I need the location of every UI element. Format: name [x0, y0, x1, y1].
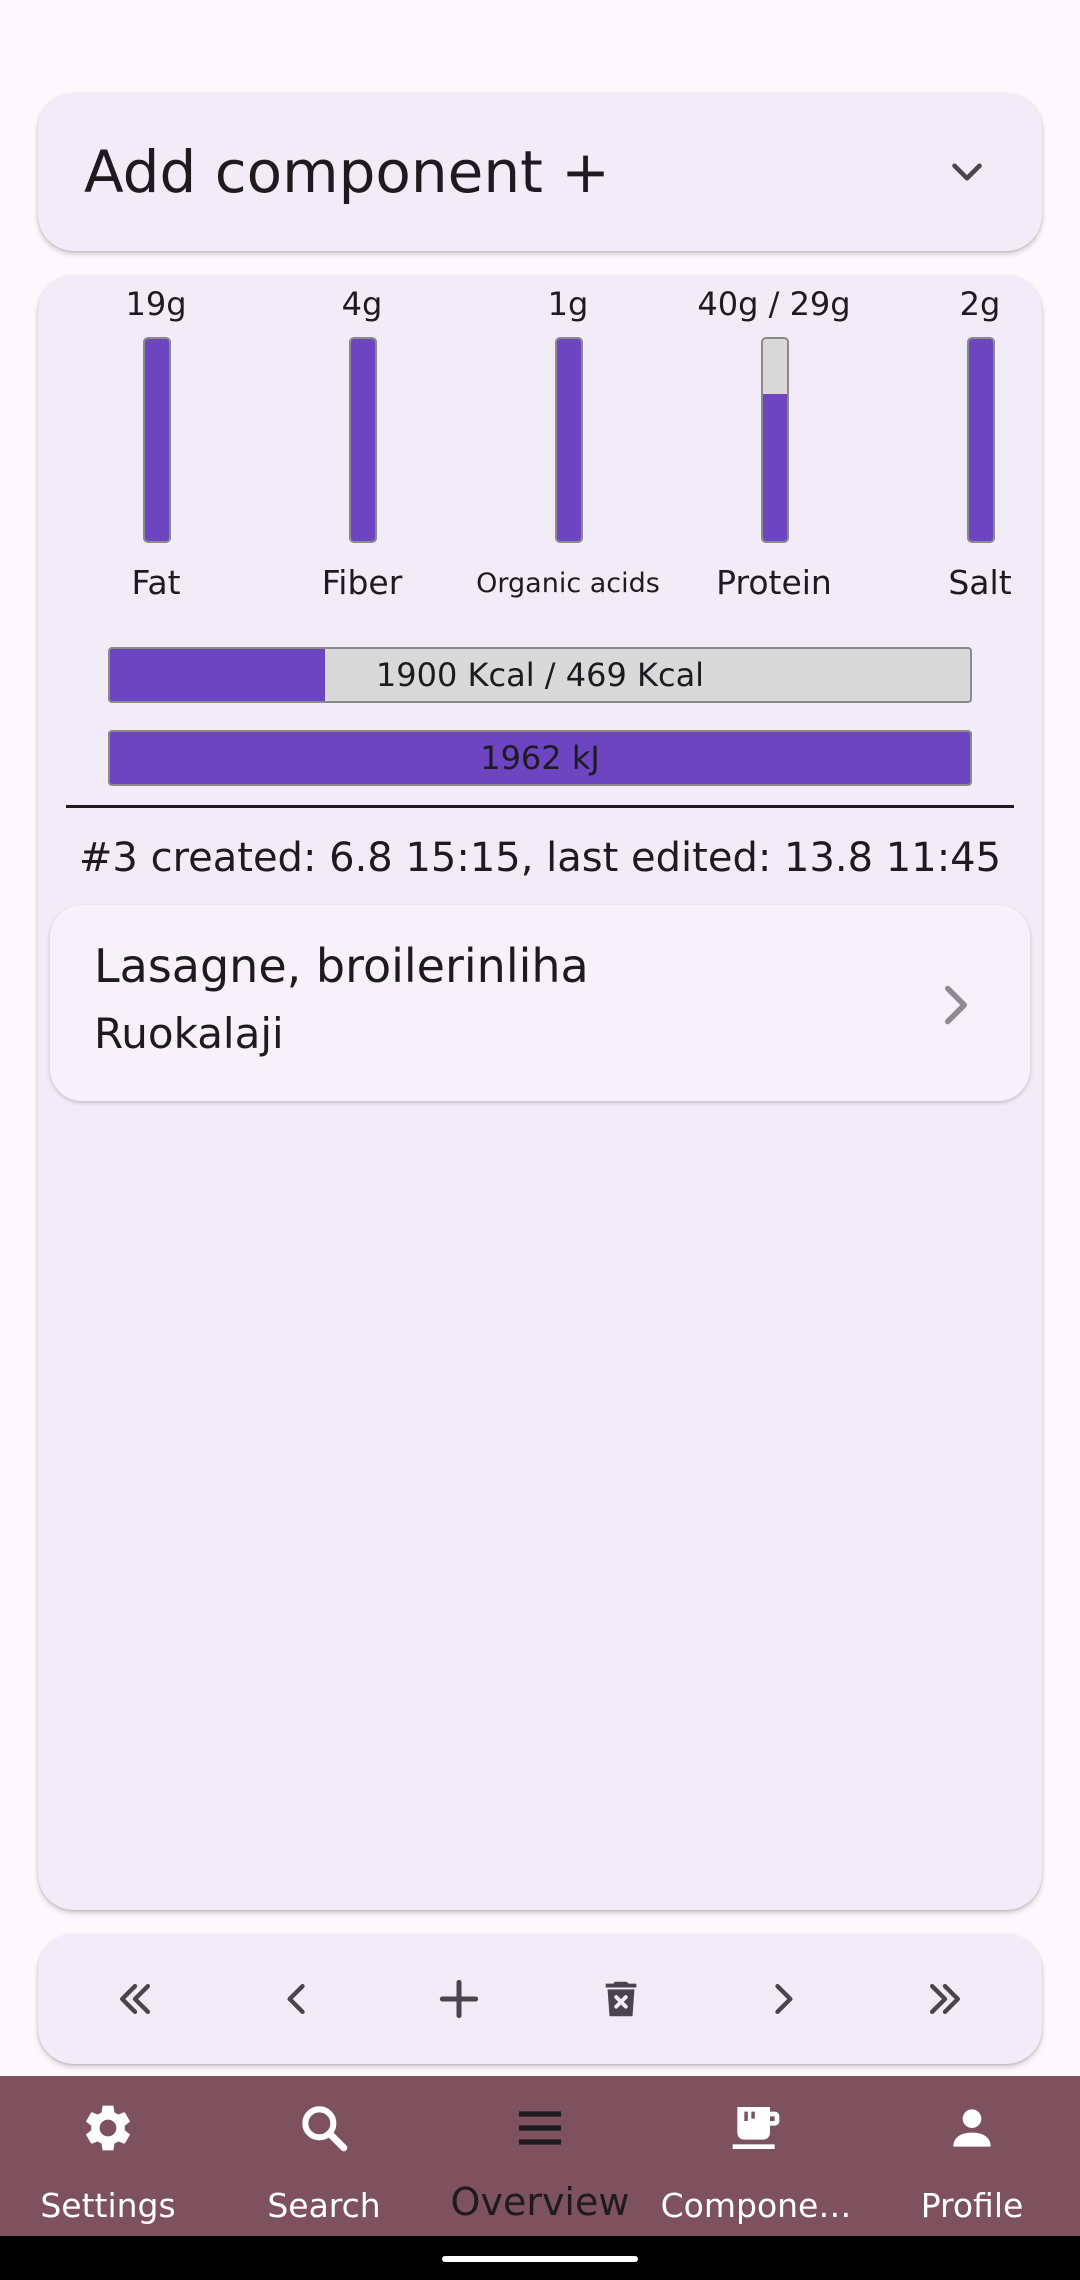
- nutrient-organic-acids: 1g Organic acids: [465, 275, 671, 605]
- last-page-button[interactable]: [900, 1954, 990, 2044]
- nutrient-bar-fill: [145, 339, 169, 541]
- coffee-cup-icon: [732, 2107, 780, 2149]
- list-item-subtitle: Ruokalaji: [94, 1009, 284, 1058]
- delete-button[interactable]: [576, 1954, 666, 2044]
- nav-item-search[interactable]: Search: [216, 2076, 432, 2236]
- nutrient-name: Salt: [948, 563, 1012, 602]
- nav-label: Overview: [450, 2180, 630, 2224]
- nutrient-protein: 40g / 29g Protein: [671, 275, 877, 605]
- next-icon: [775, 1983, 793, 2015]
- first-page-button[interactable]: [90, 1954, 180, 2044]
- nutrient-bar: [143, 337, 171, 543]
- nutrient-value: 40g / 29g: [697, 285, 851, 323]
- nav-item-profile[interactable]: Profile: [864, 2076, 1080, 2236]
- gesture-handle[interactable]: [442, 2256, 638, 2262]
- nutrient-salt: 2g Salt: [877, 275, 1080, 605]
- person-icon: [953, 2109, 991, 2147]
- kj-progress-bar: 1962 kJ: [108, 730, 972, 786]
- previous-icon: [287, 1983, 305, 2015]
- list-item[interactable]: Lasagne, broilerinliha Ruokalaji: [50, 905, 1030, 1101]
- nutrient-value: 2g: [959, 285, 1001, 323]
- bottom-navigation: Settings Search Overview Compone… Profil…: [0, 2076, 1080, 2236]
- last-page-icon: [929, 1983, 961, 2015]
- nutrient-bar: [349, 337, 377, 543]
- list-item-title: Lasagne, broilerinliha: [94, 939, 589, 993]
- nav-item-overview[interactable]: Overview: [432, 2076, 648, 2236]
- gear-icon: [86, 2105, 130, 2151]
- nutrient-name: Fiber: [321, 563, 403, 602]
- nutrient-value: 1g: [547, 285, 589, 323]
- chevron-right-icon: [945, 985, 967, 1025]
- nutrient-bar: [555, 337, 583, 543]
- divider: [66, 805, 1014, 808]
- nutrient-bar-fill: [763, 393, 787, 541]
- add-icon: [439, 1979, 479, 2019]
- navigation-toolbar: [38, 1934, 1042, 2064]
- nutrient-value: 19g: [125, 285, 187, 323]
- nav-item-settings[interactable]: Settings: [0, 2076, 216, 2236]
- gesture-bar: [0, 2236, 1080, 2280]
- meal-meta-text: #3 created: 6.8 15:15, last edited: 13.8…: [78, 835, 1002, 881]
- nutrient-name: Protein: [716, 563, 832, 602]
- nav-item-components[interactable]: Compone…: [648, 2076, 864, 2236]
- add-component-label: Add component +: [84, 138, 610, 206]
- meal-summary-card: 19g Fat 4g Fiber 1g Organic acids 40g / …: [38, 275, 1042, 1910]
- nutrient-bar-fill: [969, 339, 993, 541]
- nutrient-name: Fat: [131, 563, 181, 602]
- nutrient-name: Organic acids: [476, 568, 660, 599]
- nav-label: Settings: [40, 2186, 176, 2225]
- nav-label: Profile: [920, 2186, 1024, 2225]
- delete-icon: [605, 1981, 637, 2017]
- next-button[interactable]: [738, 1954, 828, 2044]
- nutrient-fat: 19g Fat: [53, 275, 259, 605]
- nav-label: Compone…: [660, 2186, 852, 2225]
- search-icon: [302, 2106, 348, 2152]
- previous-button[interactable]: [252, 1954, 342, 2044]
- chevron-down-icon: [952, 163, 982, 181]
- nutrient-bar-fill: [351, 339, 375, 541]
- kcal-progress-bar: 1900 Kcal / 469 Kcal: [108, 647, 972, 703]
- nutrient-fiber: 4g Fiber: [259, 275, 465, 605]
- menu-icon: [519, 2111, 561, 2145]
- nav-label: Search: [267, 2186, 381, 2225]
- nutrient-bar-fill: [557, 339, 581, 541]
- nutrient-bar: [761, 337, 789, 543]
- kj-progress-text: 1962 kJ: [480, 739, 600, 777]
- status-bar: [0, 0, 1080, 70]
- first-page-icon: [119, 1983, 151, 2015]
- kcal-progress-text: 1900 Kcal / 469 Kcal: [375, 656, 705, 694]
- add-component-dropdown[interactable]: Add component +: [38, 93, 1042, 251]
- nutrient-bar: [967, 337, 995, 543]
- add-button[interactable]: [414, 1954, 504, 2044]
- nutrient-value: 4g: [341, 285, 383, 323]
